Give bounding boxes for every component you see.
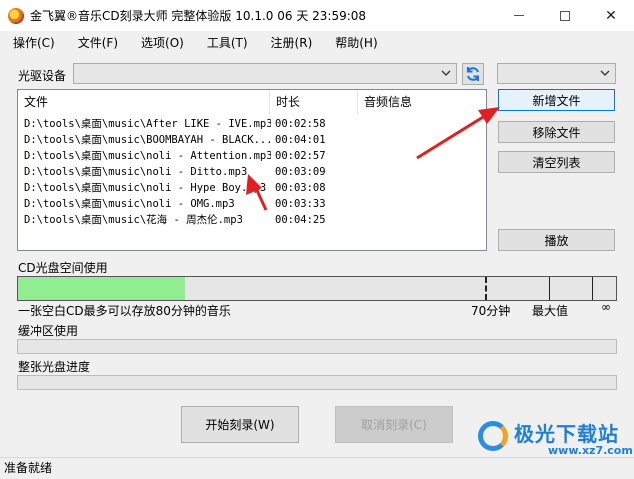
table-row[interactable]: D:\tools\桌面\music\After LIKE - IVE.mp3 0… <box>18 116 486 132</box>
menu-bar: 操作(C) 文件(F) 选项(O) 工具(T) 注册(R) 帮助(H) <box>0 31 634 55</box>
table-row[interactable]: D:\tools\桌面\music\noli - Hype Boy.mp3 00… <box>18 180 486 196</box>
menu-register[interactable]: 注册(R) <box>261 31 323 55</box>
chevron-down-icon <box>441 70 451 76</box>
cd-capacity-note: 一张空白CD最多可以存放80分钟的音乐 <box>18 304 231 318</box>
menu-operate[interactable]: 操作(C) <box>3 31 65 55</box>
row-file: D:\tools\桌面\music\noli - Attention.mp3 <box>24 150 271 162</box>
row-file: D:\tools\桌面\music\noli - Ditto.mp3 <box>24 166 248 178</box>
maximize-icon <box>560 10 570 21</box>
watermark-url: www.xz7.com <box>548 444 633 457</box>
disc-progress-bar <box>17 375 617 390</box>
file-list[interactable]: 文件 时长 音频信息 D:\tools\桌面\music\After LIKE … <box>17 89 487 251</box>
row-file: D:\tools\桌面\music\noli - Hype Boy.mp3 <box>24 182 267 194</box>
close-icon: ✕ <box>605 7 617 24</box>
watermark-text: 极光下载站 <box>514 422 619 446</box>
remove-file-button[interactable]: 移除文件 <box>498 121 615 143</box>
column-header-audio-info[interactable]: 音频信息 <box>358 90 486 114</box>
drive-label: 光驱设备 <box>18 69 67 83</box>
row-duration: 00:02:58 <box>275 118 326 130</box>
drive-select[interactable] <box>73 63 457 84</box>
menu-file[interactable]: 文件(F) <box>68 31 128 55</box>
speed-select[interactable] <box>497 63 616 84</box>
maximize-button[interactable] <box>542 0 588 31</box>
cd-max-marker <box>549 277 550 300</box>
buffer-progress-bar <box>17 339 617 354</box>
row-duration: 00:02:57 <box>275 150 326 162</box>
refresh-icon <box>467 67 479 81</box>
status-text: 准备就绪 <box>4 461 53 475</box>
refresh-button[interactable] <box>462 63 484 85</box>
add-file-button[interactable]: 新增文件 <box>498 89 615 111</box>
row-duration: 00:03:09 <box>275 166 326 178</box>
cd-70min-label: 70分钟 <box>471 304 511 318</box>
menu-options[interactable]: 选项(O) <box>131 31 194 55</box>
column-header-file[interactable]: 文件 <box>18 90 270 114</box>
menu-tools[interactable]: 工具(T) <box>197 31 258 55</box>
cd-space-bar <box>17 276 617 301</box>
cd-70min-marker <box>485 277 487 300</box>
disc-progress-label: 整张光盘进度 <box>18 360 91 374</box>
row-duration: 00:04:01 <box>275 134 326 146</box>
row-file: D:\tools\桌面\music\BOOMBAYAH - BLACK... <box>24 134 271 146</box>
buffer-label: 缓冲区使用 <box>18 324 79 338</box>
column-header-duration[interactable]: 时长 <box>270 90 358 114</box>
close-button[interactable]: ✕ <box>588 0 634 31</box>
window-title: 金飞翼®音乐CD刻录大师 完整体验版 10.1.0 06 天 23:59:08 <box>30 9 367 23</box>
table-row[interactable]: D:\tools\桌面\music\noli - OMG.mp3 00:03:3… <box>18 196 486 212</box>
minimize-icon <box>514 15 524 16</box>
table-row[interactable]: D:\tools\桌面\music\花海 - 周杰伦.mp3 00:04:25 <box>18 212 486 228</box>
cd-space-fill <box>18 277 186 300</box>
play-button[interactable]: 播放 <box>498 229 615 251</box>
cd-infinity-label: ∞ <box>601 300 611 314</box>
cd-infinity-marker <box>592 277 593 300</box>
table-row[interactable]: D:\tools\桌面\music\noli - Ditto.mp3 00:03… <box>18 164 486 180</box>
clear-list-button[interactable]: 清空列表 <box>498 151 615 173</box>
row-duration: 00:03:08 <box>275 182 326 194</box>
row-file: D:\tools\桌面\music\After LIKE - IVE.mp3 <box>24 118 271 130</box>
status-bar: 准备就绪 <box>0 457 634 479</box>
table-row[interactable]: D:\tools\桌面\music\noli - Attention.mp3 0… <box>18 148 486 164</box>
cd-space-label: CD光盘空间使用 <box>18 261 108 275</box>
row-file: D:\tools\桌面\music\noli - OMG.mp3 <box>24 198 235 210</box>
row-file: D:\tools\桌面\music\花海 - 周杰伦.mp3 <box>24 214 243 226</box>
minimize-button[interactable] <box>496 0 542 31</box>
cd-max-label: 最大值 <box>532 304 569 318</box>
app-logo-icon <box>8 7 24 24</box>
row-duration: 00:03:33 <box>275 198 326 210</box>
cancel-burn-button[interactable]: 取消刻录(C) <box>335 406 453 443</box>
title-bar: 金飞翼®音乐CD刻录大师 完整体验版 10.1.0 06 天 23:59:08 … <box>0 0 634 31</box>
watermark: 极光下载站 www.xz7.com <box>478 418 633 458</box>
menu-help[interactable]: 帮助(H) <box>325 31 387 55</box>
row-duration: 00:04:25 <box>275 214 326 226</box>
chevron-down-icon <box>600 70 610 76</box>
start-burn-button[interactable]: 开始刻录(W) <box>181 406 299 443</box>
watermark-logo-icon <box>478 421 508 451</box>
table-row[interactable]: D:\tools\桌面\music\BOOMBAYAH - BLACK... 0… <box>18 132 486 148</box>
